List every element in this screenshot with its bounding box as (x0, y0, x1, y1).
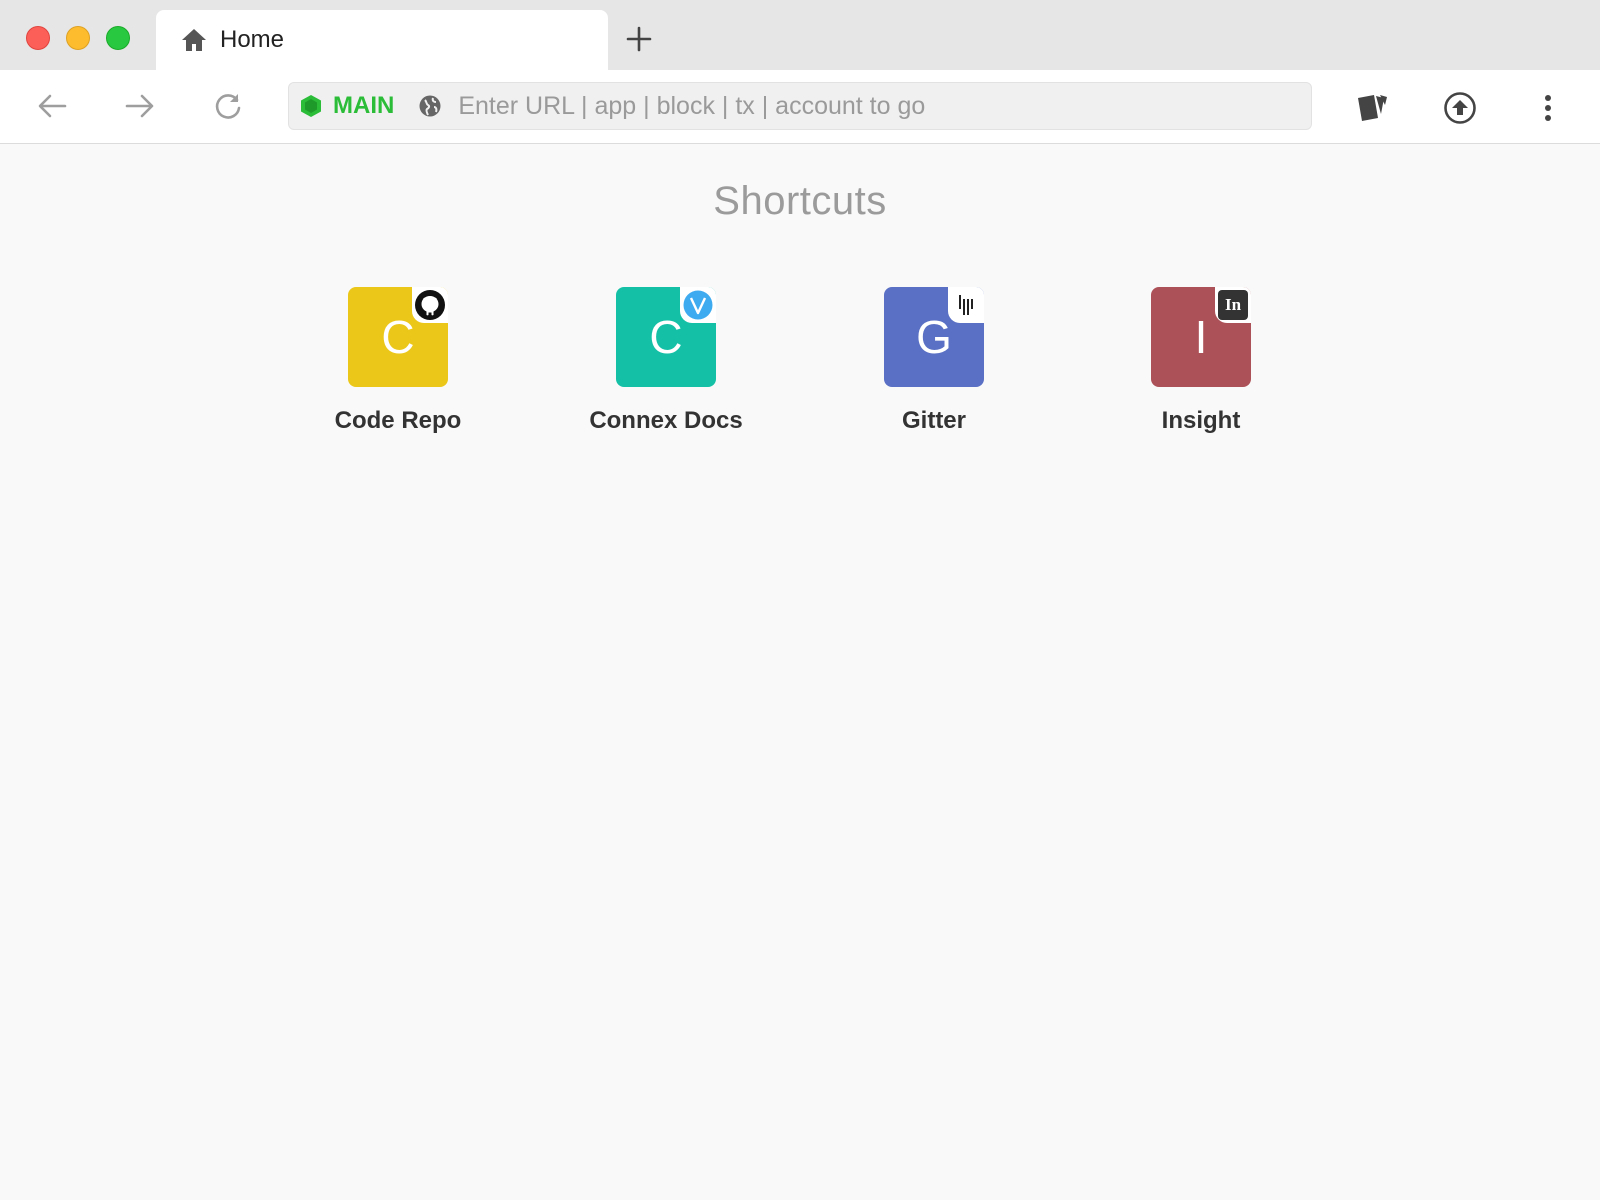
reload-icon (213, 91, 243, 121)
github-icon (412, 287, 448, 323)
toolbar: MAIN (0, 70, 1600, 144)
gitter-icon (948, 287, 984, 323)
tile-letter: C (649, 311, 683, 363)
arrow-right-icon (125, 93, 155, 119)
window-close-button[interactable] (26, 26, 50, 50)
shortcut-tile: I In (1151, 287, 1251, 387)
tab-home[interactable]: Home (156, 10, 608, 70)
back-button[interactable] (32, 86, 72, 126)
more-menu-button[interactable] (1526, 86, 1570, 130)
hexagon-icon (299, 94, 323, 118)
vuepress-icon (680, 287, 716, 323)
shortcut-label: Code Repo (334, 407, 462, 434)
network-badge[interactable]: MAIN (299, 92, 394, 120)
home-page: Shortcuts C Code Repo C Connex Docs G Gi… (0, 145, 1600, 1200)
more-vertical-icon (1543, 93, 1553, 123)
wallet-cards-icon (1354, 92, 1390, 124)
arrow-left-icon (37, 93, 67, 119)
tab-label: Home (220, 26, 285, 53)
shortcut-label: Insight (1161, 407, 1241, 434)
shortcuts-title: Shortcuts (713, 179, 887, 223)
shortcut-tile: C (348, 287, 448, 387)
url-input[interactable] (458, 86, 1311, 126)
home-icon (180, 27, 208, 53)
new-tab-button[interactable] (622, 22, 656, 56)
forward-button[interactable] (120, 86, 160, 126)
wallet-button[interactable] (1350, 86, 1394, 130)
plus-icon (626, 26, 652, 52)
globe-icon (418, 94, 442, 118)
insight-icon: In (1215, 287, 1251, 323)
shortcut-insight[interactable]: I In Insight (1091, 287, 1311, 447)
shortcut-tile: G (884, 287, 984, 387)
shortcut-label: Gitter (901, 407, 966, 434)
shortcut-connex-docs[interactable]: C Connex Docs (556, 287, 776, 447)
shortcut-label: Connex Docs (589, 407, 743, 434)
shortcut-tile: C (616, 287, 716, 387)
reload-button[interactable] (208, 86, 248, 126)
network-label: MAIN (333, 92, 395, 119)
window-maximize-button[interactable] (106, 26, 130, 50)
window-minimize-button[interactable] (66, 26, 90, 50)
tile-letter: I (1194, 311, 1208, 363)
title-bar: Home (0, 0, 1600, 70)
shortcut-gitter[interactable]: G Gitter (824, 287, 1044, 447)
shortcut-code-repo[interactable]: C Code Repo (288, 287, 508, 447)
tile-letter: G (916, 311, 952, 363)
address-bar: MAIN (288, 82, 1312, 130)
upload-circle-icon (1443, 91, 1477, 125)
insight-badge-text: In (1218, 290, 1248, 320)
tile-letter: C (381, 311, 415, 363)
upload-button[interactable] (1438, 86, 1482, 130)
